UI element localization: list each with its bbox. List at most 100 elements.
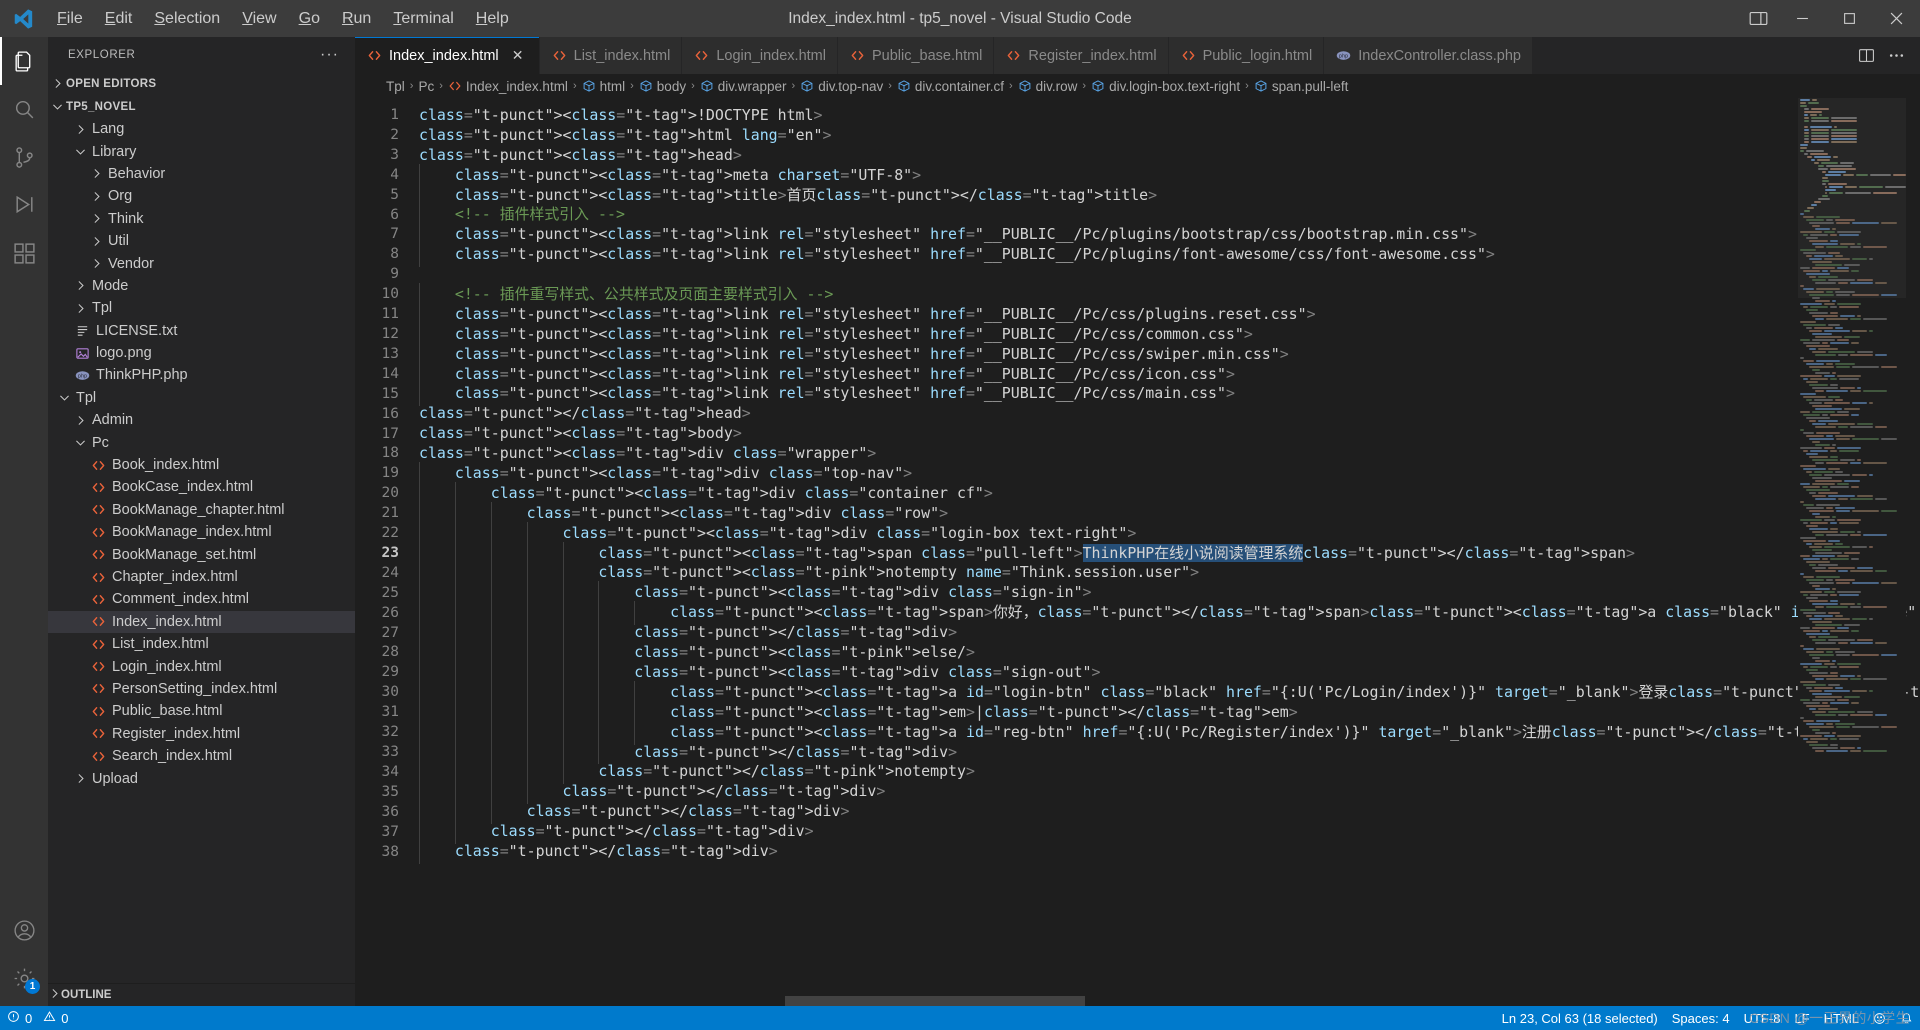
code-line[interactable]: class="t-punct"></class="t-tag">div> <box>419 839 1920 864</box>
code-editor[interactable]: 1 2 3 4 5 6 7 8 9 10 11 12 13 14 15 16 17 18 19 20 21 22 23 24 2… <box>355 98 1920 1006</box>
menu-view[interactable]: View <box>231 6 287 32</box>
code-line[interactable]: class="t-punct"></class="t-tag">div> <box>419 800 1920 824</box>
breadcrumb-item-div-container-cf[interactable]: div.container.cf <box>897 79 1004 94</box>
editor-tab-list-index-html[interactable]: List_index.html <box>539 37 683 74</box>
status-indentation[interactable]: Spaces: 4 <box>1665 1006 1737 1030</box>
breadcrumb-item-div-top-nav[interactable]: div.top-nav <box>800 79 883 94</box>
code-line[interactable]: class="t-punct"><class="t-tag">div class… <box>419 521 1920 546</box>
tree-item-index-index-html[interactable]: Index_index.html <box>48 610 355 633</box>
tree-item-upload[interactable]: Upload <box>48 767 355 789</box>
tree-item-mode[interactable]: Mode <box>48 275 355 297</box>
code-line[interactable]: class="t-punct"><class="t-tag">a id="reg… <box>419 720 1920 745</box>
editor-tab-login-index-html[interactable]: Login_index.html <box>682 37 838 74</box>
horizontal-scrollbar[interactable] <box>785 996 1085 1006</box>
editor-tabs[interactable]: Index_index.html ✕ List_index.html Login_in… <box>355 37 1842 74</box>
status-cursor-position[interactable]: Ln 23, Col 63 (18 selected) <box>1495 1006 1665 1030</box>
code-line[interactable]: class="t-punct"><class="t-tag">div class… <box>419 581 1920 606</box>
breadcrumb-item-body[interactable]: body <box>639 79 686 94</box>
code-line[interactable]: class="t-punct"><class="t-tag">em>|class… <box>419 700 1920 725</box>
code-line[interactable]: class="t-punct"></class="t-tag">head> <box>419 404 1920 424</box>
tree-item-register-index-html[interactable]: Register_index.html <box>48 723 355 745</box>
breadcrumb-item-index-index-html[interactable]: Index_index.html <box>448 79 568 94</box>
tree-item-util[interactable]: Util <box>48 230 355 252</box>
code-line[interactable]: class="t-punct"><class="t-tag">title>首页c… <box>419 183 1920 208</box>
editor-tab-register-index-html[interactable]: Register_index.html <box>994 37 1169 74</box>
code-line[interactable]: class="t-punct"><class="t-tag">span>你好，c… <box>419 601 1920 626</box>
breadcrumb-item-html[interactable]: html <box>582 79 625 94</box>
code-line[interactable]: class="t-punct"><class="t-tag">!DOCTYPE … <box>419 106 1920 126</box>
code-line[interactable] <box>419 265 1920 285</box>
customize-layout-icon[interactable] <box>1737 0 1779 37</box>
code-line[interactable]: class="t-punct"><class="t-tag">div class… <box>419 501 1920 526</box>
activity-extensions[interactable] <box>0 229 48 277</box>
activity-search[interactable] <box>0 85 48 133</box>
breadcrumb-item-div-wrapper[interactable]: div.wrapper <box>700 79 787 94</box>
maximize-icon[interactable] <box>1826 0 1873 37</box>
breadcrumb-item-span-pull-left[interactable]: span.pull-left <box>1254 79 1348 94</box>
tree-item-bookmanage-set-html[interactable]: BookManage_set.html <box>48 543 355 565</box>
tab-close-icon[interactable]: ✕ <box>508 46 528 66</box>
code-line[interactable]: class="t-punct"><class="t-tag">link rel=… <box>419 322 1920 347</box>
code-line[interactable]: <!-- 插件重写样式、公共样式及页面主要样式引入 --> <box>419 283 1920 307</box>
close-icon[interactable] <box>1873 0 1920 37</box>
tree-item-thinkphp-php[interactable]: php ThinkPHP.php <box>48 364 355 386</box>
menu-help[interactable]: Help <box>465 6 520 32</box>
code-line[interactable]: class="t-punct"><class="t-tag">link rel=… <box>419 223 1920 248</box>
code-line[interactable]: class="t-punct"></class="t-tag">div> <box>419 780 1920 805</box>
code-line[interactable]: class="t-punct"><class="t-tag">div class… <box>419 660 1920 685</box>
tree-item-logo-png[interactable]: logo.png <box>48 342 355 364</box>
tree-item-bookmanage-chapter-html[interactable]: BookManage_chapter.html <box>48 499 355 521</box>
activity-accounts[interactable] <box>0 906 48 954</box>
menu-bar[interactable]: File Edit Selection View Go Run Terminal… <box>46 6 520 32</box>
code-line[interactable]: class="t-punct"></class="t-tag">div> <box>419 621 1920 645</box>
tree-item-personsetting-index-html[interactable]: PersonSetting_index.html <box>48 678 355 700</box>
tree-item-tpl[interactable]: Tpl <box>48 387 355 409</box>
editor-tab-index-index-html[interactable]: Index_index.html ✕ <box>355 37 540 74</box>
code-line[interactable]: class="t-punct"><class="t-tag">link rel=… <box>419 382 1920 407</box>
code-line[interactable]: class="t-punct"><class="t-pink">notempty… <box>419 561 1920 586</box>
tree-item-pc[interactable]: Pc <box>48 431 355 453</box>
breadcrumb-item-pc[interactable]: Pc <box>418 79 434 94</box>
code-line[interactable]: class="t-punct"></class="t-tag">div> <box>419 740 1920 765</box>
code-content[interactable]: class="t-punct"><class="t-tag">!DOCTYPE … <box>419 98 1920 1006</box>
tree-item-bookmanage-index-html[interactable]: BookManage_index.html <box>48 521 355 543</box>
activity-source-control[interactable] <box>0 133 48 181</box>
breadcrumb[interactable]: Tpl › Pc › Index_index.html › html › body › div.wr… <box>355 74 1920 98</box>
tree-item-login-index-html[interactable]: Login_index.html <box>48 655 355 677</box>
code-line[interactable]: class="t-punct"><class="t-tag">div class… <box>419 444 1920 464</box>
status-eol[interactable]: LF <box>1787 1006 1816 1030</box>
tree-item-behavior[interactable]: Behavior <box>48 163 355 185</box>
tree-item-comment-index-html[interactable]: Comment_index.html <box>48 588 355 610</box>
section-tp5-novel[interactable]: TP5_NOVEL <box>48 95 355 118</box>
code-line[interactable]: class="t-punct"><class="t-tag">span clas… <box>419 541 1920 566</box>
section-outline[interactable]: OUTLINE <box>48 983 355 1006</box>
code-line[interactable]: class="t-punct"><class="t-tag">link rel=… <box>419 302 1920 327</box>
code-line[interactable]: <!-- 插件样式引入 --> <box>419 203 1920 228</box>
editor-tab-indexcontroller-class-php[interactable]: php IndexController.class.php <box>1324 37 1534 74</box>
tree-item-bookcase-index-html[interactable]: BookCase_index.html <box>48 476 355 498</box>
code-line[interactable]: class="t-punct"><class="t-tag">head> <box>419 146 1920 166</box>
code-line[interactable]: class="t-punct"><class="t-tag">link rel=… <box>419 243 1920 268</box>
menu-terminal[interactable]: Terminal <box>382 6 464 32</box>
code-line[interactable]: class="t-punct"><class="t-tag">body> <box>419 424 1920 444</box>
menu-run[interactable]: Run <box>331 6 382 32</box>
tree-item-list-index-html[interactable]: List_index.html <box>48 633 355 655</box>
menu-go[interactable]: Go <box>288 6 331 32</box>
menu-file[interactable]: File <box>46 6 94 32</box>
tree-item-lang[interactable]: Lang <box>48 118 355 140</box>
activity-run-debug[interactable] <box>0 181 48 229</box>
status-feedback-smiley-icon[interactable] <box>1866 1006 1893 1030</box>
section-open-editors[interactable]: OPEN EDITORS <box>48 72 355 95</box>
tree-item-vendor[interactable]: Vendor <box>48 252 355 274</box>
file-tree[interactable]: Lang Library Behavior Org Think Util Vendor Mod… <box>48 118 355 983</box>
tree-item-tpl[interactable]: Tpl <box>48 297 355 319</box>
activity-explorer[interactable] <box>0 37 48 85</box>
tree-item-chapter-index-html[interactable]: Chapter_index.html <box>48 566 355 588</box>
menu-edit[interactable]: Edit <box>94 6 144 32</box>
tree-item-library[interactable]: Library <box>48 140 355 162</box>
tree-item-think[interactable]: Think <box>48 208 355 230</box>
code-line[interactable]: class="t-punct"></class="t-pink">notempt… <box>419 760 1920 785</box>
code-line[interactable]: class="t-punct"><class="t-tag">div class… <box>419 462 1920 486</box>
code-line[interactable]: class="t-punct"><class="t-tag">div class… <box>419 481 1920 506</box>
status-encoding[interactable]: UTF-8 <box>1737 1006 1788 1030</box>
